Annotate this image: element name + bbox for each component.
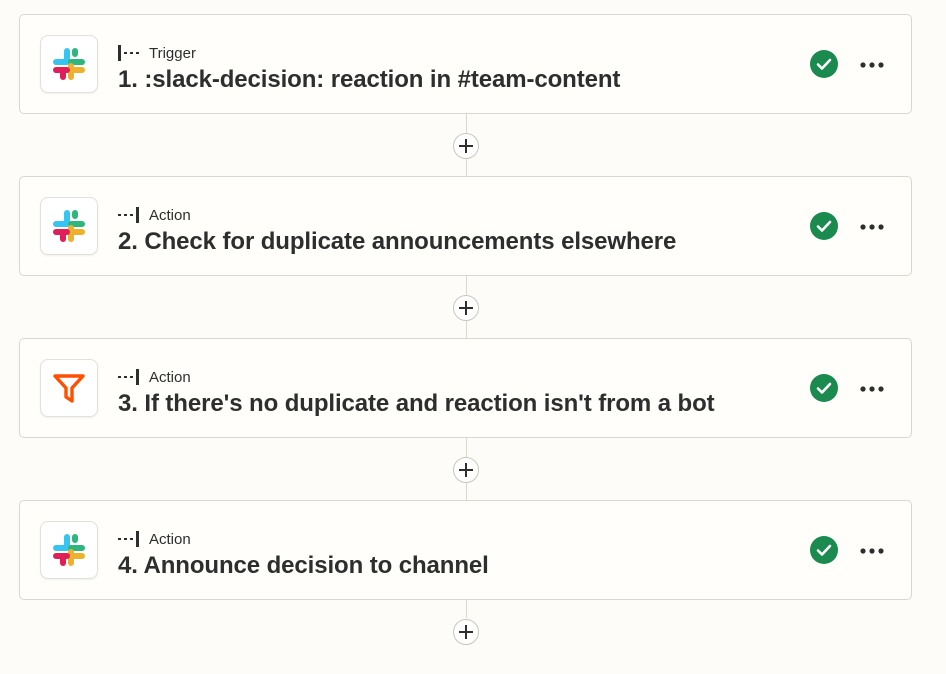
step-card-3[interactable]: Action 3. If there's no duplicate and re… <box>19 338 912 438</box>
step-title: 1. :slack-decision: reaction in #team-co… <box>118 66 621 93</box>
step-connector <box>466 600 467 618</box>
add-step-button[interactable] <box>453 619 479 645</box>
more-dots-icon[interactable] <box>856 52 888 78</box>
action-icon <box>118 531 140 547</box>
plus-icon <box>459 301 473 315</box>
plus-icon <box>459 139 473 153</box>
trigger-icon <box>118 45 140 61</box>
add-step-button[interactable] <box>453 295 479 321</box>
slack-icon <box>40 35 98 93</box>
more-dots-icon[interactable] <box>856 376 888 402</box>
slack-icon <box>40 521 98 579</box>
step-type-label: Action <box>149 368 191 386</box>
check-circle-icon <box>810 374 838 402</box>
check-circle-icon <box>810 536 838 564</box>
step-card-2[interactable]: Action 2. Check for duplicate announceme… <box>19 176 912 276</box>
action-icon <box>118 207 140 223</box>
filter-icon <box>40 359 98 417</box>
add-step-button[interactable] <box>453 457 479 483</box>
step-title: 4. Announce decision to channel <box>118 552 489 579</box>
step-card-1[interactable]: Trigger 1. :slack-decision: reaction in … <box>19 14 912 114</box>
step-type-label: Trigger <box>149 44 196 62</box>
action-icon <box>118 369 140 385</box>
add-step-button[interactable] <box>453 133 479 159</box>
step-type-label: Action <box>149 530 191 548</box>
plus-icon <box>459 463 473 477</box>
step-title: 2. Check for duplicate announcements els… <box>118 228 677 255</box>
slack-icon <box>40 197 98 255</box>
step-card-4[interactable]: Action 4. Announce decision to channel <box>19 500 912 600</box>
step-title: 3. If there's no duplicate and reaction … <box>118 390 715 417</box>
step-type-label: Action <box>149 206 191 224</box>
plus-icon <box>459 625 473 639</box>
more-dots-icon[interactable] <box>856 538 888 564</box>
more-dots-icon[interactable] <box>856 214 888 240</box>
check-circle-icon <box>810 50 838 78</box>
check-circle-icon <box>810 212 838 240</box>
